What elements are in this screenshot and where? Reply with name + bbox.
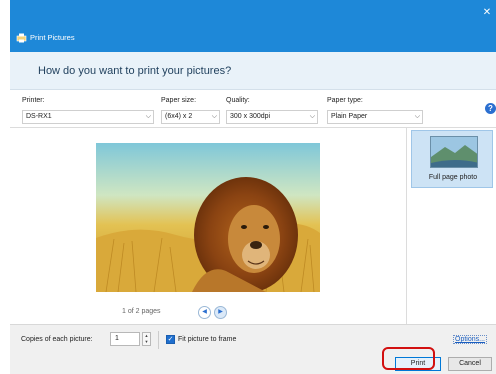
- paper-size-select[interactable]: (6x4) x 2 ⌵: [161, 110, 220, 124]
- cancel-button[interactable]: Cancel: [448, 357, 492, 371]
- lion-photo-preview: [96, 143, 320, 292]
- copies-input[interactable]: 1: [110, 332, 140, 346]
- arrow-left-icon: ◀: [202, 309, 207, 315]
- previous-page-button[interactable]: ◀: [198, 306, 211, 319]
- paper-type-select[interactable]: Plain Paper ⌵: [327, 110, 423, 124]
- chevron-down-icon: ⌵: [414, 113, 420, 120]
- next-page-button[interactable]: ▶: [214, 306, 227, 319]
- lion-photo-image: [96, 143, 320, 292]
- printer-label: Printer:: [22, 97, 45, 104]
- layout-panel: Full page photo: [406, 128, 496, 324]
- quality-value: 300 x 300dpi: [230, 113, 271, 120]
- divider: [158, 331, 159, 349]
- fit-to-frame-label: Fit picture to frame: [178, 336, 237, 343]
- printer-select[interactable]: DS-RX1 ⌵: [22, 110, 154, 124]
- printer-value: DS-RX1: [26, 113, 52, 120]
- print-button-highlight: [382, 347, 435, 370]
- print-options-row: Printer: DS-RX1 ⌵ Paper size: (6x4) x 2 …: [10, 90, 496, 128]
- quality-select[interactable]: 300 x 300dpi ⌵: [226, 110, 318, 124]
- options-link[interactable]: Options...: [453, 335, 487, 344]
- header-question: How do you want to print your pictures?: [38, 65, 232, 77]
- layout-full-page-photo[interactable]: Full page photo: [411, 130, 493, 188]
- paper-size-label: Paper size:: [161, 97, 197, 104]
- copies-label: Copies of each picture:: [21, 336, 93, 343]
- window-title: Print Pictures: [30, 33, 75, 42]
- print-pictures-icon: [16, 33, 27, 43]
- title-bar: Print Pictures ✕: [10, 0, 496, 52]
- preview-pane: 1 of 2 pages ◀ ▶: [10, 128, 406, 324]
- chevron-down-icon: ⌵: [309, 113, 315, 120]
- paper-size-value: (6x4) x 2: [165, 113, 193, 120]
- copies-spinner[interactable]: ▲ ▼: [142, 332, 151, 346]
- layout-label: Full page photo: [428, 174, 478, 181]
- chevron-down-icon: ⌵: [145, 113, 151, 120]
- quality-label: Quality:: [226, 97, 250, 104]
- dialog-header: How do you want to print your pictures?: [10, 52, 496, 90]
- paper-type-value: Plain Paper: [331, 113, 368, 120]
- fit-to-frame-checkbox[interactable]: ✓: [166, 335, 175, 344]
- page-counter: 1 of 2 pages: [122, 308, 161, 315]
- help-icon[interactable]: ?: [485, 103, 496, 114]
- paper-type-label: Paper type:: [327, 97, 363, 104]
- chevron-down-icon: ⌵: [211, 113, 217, 120]
- layout-thumbnail: [430, 136, 478, 168]
- arrow-right-icon: ▶: [218, 309, 223, 315]
- spin-down-icon[interactable]: ▼: [143, 339, 150, 345]
- close-icon[interactable]: ✕: [480, 6, 494, 20]
- landscape-thumbnail-icon: [431, 137, 477, 167]
